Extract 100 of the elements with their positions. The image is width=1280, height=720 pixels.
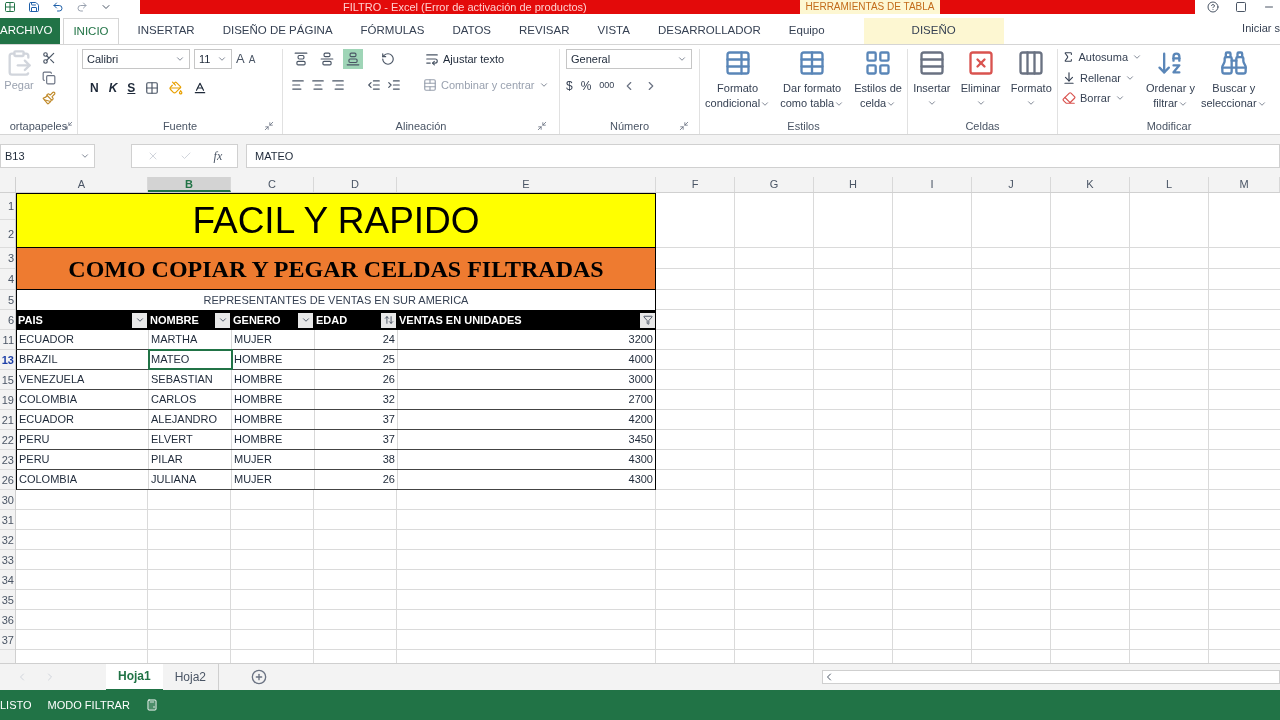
row-header[interactable]: 26 [1,473,15,486]
filter-dropdown-button[interactable] [132,312,147,328]
row-header[interactable]: 3 [7,252,15,264]
bold-button[interactable]: N [90,79,99,97]
fill-color-icon[interactable] [169,81,184,95]
editing-command[interactable]: Autosuma [1062,49,1142,66]
ribbon-tab[interactable]: INICIO [63,18,119,44]
currency-button[interactable]: $ [566,77,573,95]
ribbon-button[interactable]: Insertar [911,49,953,108]
insert-function-button[interactable]: fx [213,147,223,165]
ribbon-button[interactable]: Buscar y seleccionar [1198,49,1269,111]
ribbon-tab[interactable]: DATOS [443,18,501,44]
thousands-button[interactable]: 000 [599,79,615,93]
decrease-indent-icon[interactable] [367,78,381,93]
ribbon-button[interactable]: Formato condicional [703,49,773,111]
column-header[interactable]: D [314,177,397,192]
row-header[interactable]: 11 [2,333,15,346]
align-center-icon[interactable] [311,78,325,93]
number-format-field[interactable]: General [566,49,692,69]
row-header[interactable]: 35 [1,593,15,606]
row-header[interactable]: 32 [1,533,15,546]
dialog-launcher-icon[interactable] [679,121,689,131]
row-header[interactable]: 34 [1,573,15,586]
column-header[interactable]: M [1209,177,1280,192]
copy-icon[interactable] [42,71,56,85]
italic-button[interactable]: K [108,79,118,97]
increase-indent-icon[interactable] [387,78,401,93]
underline-button[interactable]: S [127,79,136,97]
name-box[interactable]: B13 [0,144,95,168]
ribbon-tab[interactable]: FÓRMULAS [351,18,434,44]
filter-button[interactable] [640,312,655,328]
ribbon-tab[interactable]: DESARROLLADOR [648,18,770,44]
sort-button[interactable] [381,312,396,328]
row-header[interactable]: 1 [7,200,15,212]
row-header[interactable]: 23 [1,453,15,466]
row-header[interactable]: 36 [1,613,15,626]
column-header[interactable]: C [231,177,314,192]
row-header[interactable]: 22 [1,433,15,446]
redo-icon[interactable] [76,1,88,13]
column-header[interactable]: H [814,177,893,192]
ribbon-tab[interactable]: Equipo [779,18,834,44]
dialog-launcher-icon[interactable] [537,121,547,131]
cut-icon[interactable] [42,51,56,65]
row-header[interactable]: 31 [1,513,15,526]
row-header[interactable]: 30 [1,493,15,506]
ribbon-tab[interactable]: VISTA [588,18,639,44]
editing-command[interactable]: Borrar [1062,90,1142,107]
row-header[interactable]: 19 [1,393,15,406]
ribbon-tab[interactable]: DISEÑO [863,18,1004,44]
row-header[interactable]: 21 [1,413,15,426]
font-name-field[interactable]: Calibri [82,49,190,69]
column-header[interactable]: L [1130,177,1209,192]
formula-field[interactable]: MATEO [246,144,1280,168]
column-header[interactable]: E [397,177,656,192]
ribbon-button[interactable]: Formato [1008,49,1054,108]
file-tab[interactable]: ARCHIVO [0,18,61,44]
font-size-field[interactable]: 11 [194,49,232,69]
format-painter-icon[interactable] [42,91,56,105]
ribbon-button[interactable]: Eliminar [958,49,1003,108]
ribbon-tab[interactable]: REVISAR [510,18,579,44]
ribbon-tab[interactable]: DISEÑO DE PÁGINA [213,18,342,44]
save-icon[interactable] [28,1,40,13]
filter-dropdown-button[interactable] [298,312,313,328]
align-right-icon[interactable] [331,78,345,93]
dialog-launcher-icon[interactable] [264,121,274,131]
row-header[interactable]: 6 [7,313,15,326]
sheet-tab[interactable]: Hoja1 [106,663,163,691]
sign-in-link[interactable]: Iniciar s [1242,19,1280,36]
row-header[interactable]: 5 [7,293,15,306]
column-header[interactable]: B [148,177,231,192]
align-left-icon[interactable] [291,78,305,93]
undo-icon[interactable] [52,1,64,13]
row-header[interactable]: 37 [1,633,15,646]
shrink-font-button[interactable]: A [248,51,256,67]
row-header[interactable]: 13 [1,353,15,366]
column-header[interactable]: F [656,177,735,192]
row-header[interactable]: 33 [1,553,15,566]
vertical-align-button[interactable] [343,49,363,69]
ribbon-button[interactable]: Estilos de celda [852,49,904,111]
borders-icon[interactable] [145,81,160,95]
editing-command[interactable]: Rellenar [1062,69,1142,86]
row-header[interactable]: 4 [7,273,15,285]
column-header[interactable]: J [972,177,1051,192]
column-header[interactable]: G [735,177,814,192]
wrap-text-button[interactable]: Ajustar texto [425,50,505,68]
row-header[interactable]: 15 [1,373,15,386]
font-color-icon[interactable] [193,81,208,95]
grow-font-button[interactable]: A [236,49,245,69]
column-header[interactable]: I [893,177,972,192]
percent-button[interactable]: % [580,77,592,95]
restore-icon[interactable] [1235,1,1247,13]
orientation-icon[interactable] [381,52,395,66]
add-sheet-icon[interactable] [251,669,268,685]
help-icon[interactable] [1207,1,1219,13]
horizontal-scrollbar[interactable] [822,670,1280,684]
row-header[interactable]: 2 [7,227,15,240]
filter-dropdown-button[interactable] [215,312,230,328]
column-header[interactable]: K [1051,177,1130,192]
ribbon-button[interactable]: Dar formato como tabla [778,49,847,111]
ribbon-tab[interactable]: INSERTAR [128,18,204,44]
